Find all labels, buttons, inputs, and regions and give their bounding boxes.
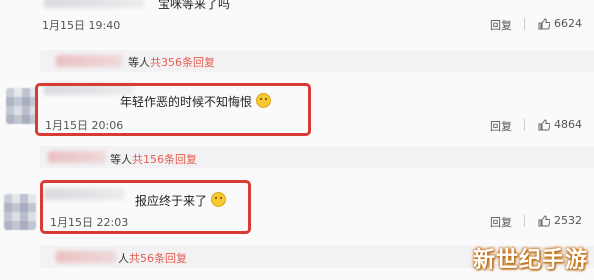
comment-time: 1月15日 19:40: [42, 19, 121, 32]
reply-thread-bar: [40, 50, 594, 72]
like-count: 2532: [554, 214, 582, 227]
thumbs-up-icon: [538, 17, 550, 29]
like-count: 6624: [554, 17, 582, 30]
comment-text: 宝咪等来了吗: [158, 0, 231, 11]
avatar[interactable]: [6, 88, 38, 124]
highlight-box: [40, 180, 251, 234]
reply-count: 共56条回复: [129, 252, 187, 265]
reply-thread-link[interactable]: 等人共156条回复: [110, 151, 197, 167]
highlight-box: [35, 83, 311, 136]
comment-item: 宝咪等来了吗 1月15日 19:40 回复 6624: [0, 0, 594, 48]
reply-button[interactable]: 回复: [490, 118, 512, 134]
reply-thread-names: [56, 55, 122, 67]
reply-thread-link[interactable]: 等人共356条回复: [128, 54, 215, 70]
comment-feed: 宝咪等来了吗 1月15日 19:40 回复 6624 等人共356条回复 年轻作…: [0, 0, 594, 280]
thumbs-up-icon: [538, 118, 550, 130]
divider: [524, 18, 525, 30]
like-count: 4864: [554, 118, 582, 131]
like-button[interactable]: 4864: [538, 118, 582, 131]
reply-button[interactable]: 回复: [490, 17, 512, 33]
divider: [524, 119, 525, 131]
site-watermark: 新世纪手游: [472, 248, 588, 273]
reply-thread-link[interactable]: 人共56条回复: [118, 250, 187, 266]
like-button[interactable]: 6624: [538, 17, 582, 30]
thumbs-up-icon: [538, 214, 550, 226]
commenter-name[interactable]: [44, 0, 144, 8]
reply-count: 共156条回复: [132, 153, 197, 166]
divider: [524, 215, 525, 227]
avatar[interactable]: [4, 194, 36, 230]
like-button[interactable]: 2532: [538, 214, 582, 227]
reply-button[interactable]: 回复: [490, 214, 512, 230]
reply-count: 共356条回复: [150, 56, 215, 69]
reply-thread-names: [56, 251, 116, 263]
reply-thread-names: [48, 151, 106, 163]
